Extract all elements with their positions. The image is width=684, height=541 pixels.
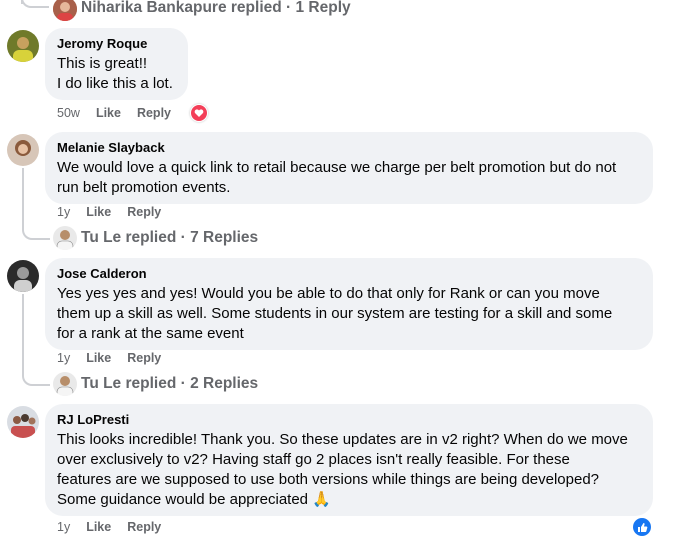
comment-author[interactable]: Jeromy Roque bbox=[57, 36, 176, 52]
comment-text: This is great!! I do like this a lot. bbox=[57, 55, 173, 92]
comment-text: Yes yes yes and yes! Would you be able t… bbox=[57, 285, 613, 342]
comment-actions: 50w Like Reply bbox=[57, 106, 171, 120]
like-reaction-icon[interactable] bbox=[633, 518, 651, 536]
thread-elbow bbox=[22, 370, 50, 386]
thread-line bbox=[22, 168, 24, 228]
comment-author[interactable]: RJ LoPresti bbox=[57, 412, 641, 428]
comment-time[interactable]: 1y bbox=[57, 205, 70, 219]
view-replies-link[interactable]: Tu Le replied · 2 Replies bbox=[81, 375, 258, 393]
like-button[interactable]: Like bbox=[86, 205, 111, 219]
like-button[interactable]: Like bbox=[96, 106, 121, 120]
comment-bubble: Jose Calderon Yes yes yes and yes! Would… bbox=[45, 258, 653, 350]
comment-author[interactable]: Jose Calderon bbox=[57, 266, 641, 282]
avatar[interactable] bbox=[7, 406, 39, 438]
like-button[interactable]: Like bbox=[86, 351, 111, 365]
thread-line bbox=[22, 294, 24, 374]
view-replies-link[interactable]: Tu Le replied · 7 Replies bbox=[81, 229, 258, 247]
comment-text: We would love a quick link to retail bec… bbox=[57, 159, 617, 196]
avatar-image bbox=[7, 260, 39, 292]
avatar[interactable] bbox=[53, 372, 77, 396]
avatar-image bbox=[53, 226, 77, 250]
comment-time[interactable]: 50w bbox=[57, 106, 80, 120]
reply-button[interactable]: Reply bbox=[127, 205, 161, 219]
comment-bubble: Melanie Slayback We would love a quick l… bbox=[45, 132, 653, 204]
comment-time[interactable]: 1y bbox=[57, 351, 70, 365]
avatar-image bbox=[7, 30, 39, 62]
avatar[interactable] bbox=[53, 0, 77, 21]
view-replies-link[interactable]: Niharika Bankapure replied · 1 Reply bbox=[81, 0, 351, 17]
thread-elbow bbox=[22, 224, 50, 240]
avatar-image bbox=[7, 134, 39, 166]
avatar-image bbox=[7, 406, 39, 438]
reply-button[interactable]: Reply bbox=[137, 106, 171, 120]
avatar-image bbox=[53, 0, 77, 21]
thread-elbow bbox=[21, 0, 49, 8]
comment-actions: 1y Like Reply bbox=[57, 205, 161, 219]
comment-text: This looks incredible! Thank you. So the… bbox=[57, 431, 628, 508]
reply-button[interactable]: Reply bbox=[127, 351, 161, 365]
avatar[interactable] bbox=[7, 260, 39, 292]
heart-reaction-icon[interactable] bbox=[190, 104, 208, 122]
comment-bubble: RJ LoPresti This looks incredible! Thank… bbox=[45, 404, 653, 516]
avatar[interactable] bbox=[53, 226, 77, 250]
comment-author[interactable]: Melanie Slayback bbox=[57, 140, 641, 156]
avatar[interactable] bbox=[7, 134, 39, 166]
avatar-image bbox=[53, 372, 77, 396]
avatar[interactable] bbox=[7, 30, 39, 62]
comment-actions: 1y Like Reply bbox=[57, 351, 161, 365]
comment-bubble: Jeromy Roque This is great!! I do like t… bbox=[45, 28, 188, 100]
